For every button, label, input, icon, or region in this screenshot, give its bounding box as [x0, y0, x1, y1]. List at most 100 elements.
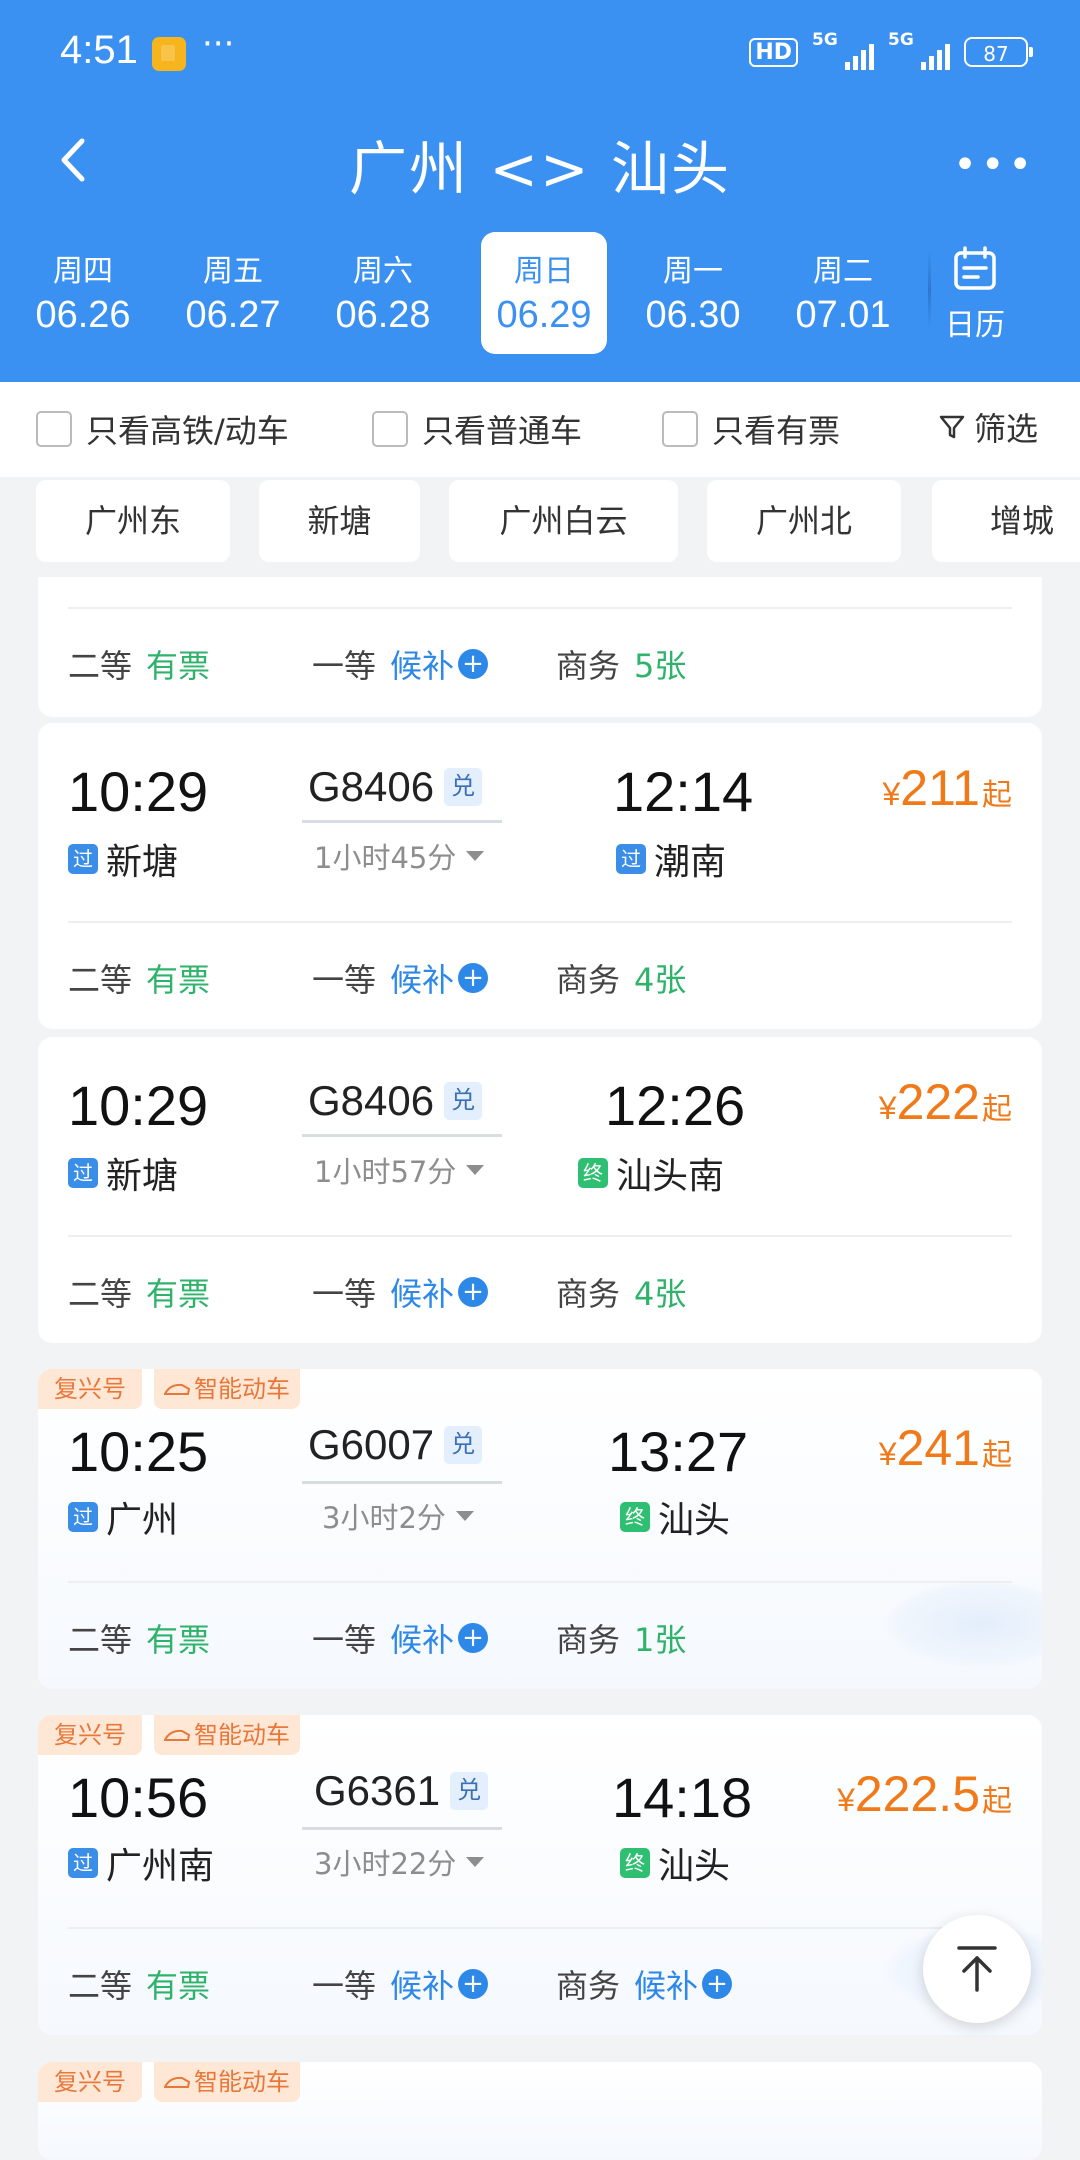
train-icon — [164, 2076, 190, 2088]
date-tab[interactable]: 周六 06.28 — [320, 232, 446, 354]
duration[interactable]: 1小时45分 — [314, 835, 486, 877]
seat-first-class: 一等 候补 + — [312, 955, 489, 1001]
caret-down-icon — [466, 1857, 485, 1867]
terminal-tag: 终 — [620, 1848, 650, 1878]
signal-icon: 5G — [888, 30, 950, 70]
route-line — [302, 1481, 502, 1484]
date-tab[interactable]: 周一 06.30 — [630, 232, 756, 354]
train-card-partial[interactable]: 复兴号 智能动车 — [38, 2062, 1042, 2160]
plus-circle-icon: + — [458, 1969, 489, 1999]
train-number: G8406 兑 — [308, 1077, 483, 1125]
calendar-button[interactable]: 日历 — [935, 246, 1015, 344]
station-chip[interactable]: 广州白云 — [449, 480, 678, 562]
arrival-time: 12:26 — [605, 1074, 746, 1137]
train-number: G6007 兑 — [308, 1421, 483, 1469]
arrival-station: 终 汕头 — [620, 1491, 730, 1543]
more-notifications-icon: ··· — [202, 24, 235, 64]
train-card[interactable]: 复兴号 智能动车 10:56 过 广州南 G6361 兑 3小时22分 14:1… — [38, 1715, 1042, 2035]
seat-first-class: 一等 候补 + — [312, 1615, 489, 1661]
seat-second-class: 二等 有票 — [68, 1275, 211, 1313]
exchange-badge: 兑 — [444, 1426, 483, 1464]
fuxing-badge: 复兴号 — [38, 2062, 142, 2102]
available-only-checkbox[interactable]: 只看有票 — [662, 406, 840, 452]
checkbox-icon — [372, 411, 408, 447]
terminal-tag: 终 — [620, 1502, 650, 1532]
train-card[interactable]: 复兴号 智能动车 10:25 过 广州 G6007 兑 3小时2分 13:27 … — [38, 1369, 1042, 1689]
caret-down-icon — [466, 851, 485, 861]
arrival-station: 过 潮南 — [616, 833, 726, 885]
departure-station: 过 新塘 — [68, 1147, 178, 1199]
date-tab[interactable]: 周二 07.01 — [780, 232, 906, 354]
smart-emu-badge: 智能动车 — [154, 1369, 300, 1409]
divider — [68, 1581, 1012, 1583]
checkbox-icon — [36, 411, 72, 447]
seat-business-class: 商务 4张 — [556, 961, 687, 999]
seat-business-class: 商务 5张 — [556, 647, 687, 685]
station-chip[interactable]: 新塘 — [259, 480, 420, 562]
normal-train-only-checkbox[interactable]: 只看普通车 — [372, 406, 582, 452]
arrow-up-icon — [957, 1946, 997, 1992]
route-line — [302, 820, 502, 823]
status-bar: 4:51 ··· HD 5G 5G 87 — [0, 0, 1080, 110]
duration[interactable]: 3小时2分 — [322, 1495, 476, 1537]
seat-first-class: 一等 候补 + — [312, 1961, 489, 2007]
calendar-divider — [928, 250, 931, 330]
date-tab[interactable]: 周四 06.26 — [20, 232, 146, 354]
filter-funnel-icon — [939, 415, 965, 439]
divider — [68, 607, 1012, 609]
seat-second-class: 二等 有票 — [68, 1621, 211, 1659]
pass-tag: 过 — [616, 844, 646, 874]
train-card[interactable]: 10:29 过 新塘 G8406 兑 1小时45分 12:14 过 潮南 ¥ 2… — [38, 723, 1042, 1029]
departure-time: 10:56 — [68, 1766, 209, 1829]
exchange-badge: 兑 — [450, 1772, 489, 1810]
train-card-partial[interactable]: 二等 有票 一等 候补 + 商务 5张 — [38, 577, 1042, 717]
station-filter-row: 广州东 新塘 广州白云 广州北 增城 — [0, 477, 1080, 577]
exchange-badge: 兑 — [444, 1082, 483, 1120]
checkbox-icon — [662, 411, 698, 447]
battery-icon: 87 — [964, 37, 1033, 67]
scroll-to-top-button[interactable] — [923, 1915, 1031, 2023]
plus-circle-icon: + — [458, 963, 489, 993]
train-card[interactable]: 10:29 过 新塘 G8406 兑 1小时57分 12:26 终 汕头南 ¥ … — [38, 1037, 1042, 1343]
calendar-icon — [954, 246, 996, 290]
high-speed-only-checkbox[interactable]: 只看高铁/动车 — [36, 406, 289, 452]
departure-time: 10:29 — [68, 760, 209, 823]
train-icon — [164, 1729, 190, 1741]
seat-second-class: 二等 有票 — [68, 647, 211, 685]
fuxing-badge: 复兴号 — [38, 1715, 142, 1755]
filter-button[interactable]: 筛选 — [938, 404, 1038, 450]
top-bar: 4:51 ··· HD 5G 5G 87 广州 <> 汕头 ••• 周四 06.… — [0, 0, 1080, 382]
price: ¥ 241 起 — [878, 1420, 1012, 1476]
plus-circle-icon: + — [458, 1277, 489, 1307]
pass-tag: 过 — [68, 1158, 98, 1188]
route-line — [302, 1134, 502, 1137]
duration[interactable]: 1小时57分 — [314, 1149, 486, 1191]
fuxing-badge: 复兴号 — [38, 1369, 142, 1409]
divider — [68, 921, 1012, 923]
signal-icon: 5G — [812, 30, 874, 70]
seat-first-class: 一等 候补 + — [312, 641, 489, 687]
arrival-time: 13:27 — [608, 1420, 749, 1483]
departure-time: 10:25 — [68, 1420, 209, 1483]
page-title: 广州 <> 汕头 — [348, 135, 732, 203]
station-chip[interactable]: 广州北 — [707, 480, 901, 562]
train-number: G8406 兑 — [308, 763, 483, 811]
plus-circle-icon: + — [458, 1623, 489, 1653]
arrival-station: 终 汕头南 — [578, 1147, 724, 1199]
date-tab-selected[interactable]: 周日 06.29 — [481, 232, 607, 354]
status-time: 4:51 — [60, 28, 138, 72]
arrival-time: 12:14 — [613, 760, 754, 823]
station-chip[interactable]: 增城 — [932, 480, 1080, 562]
date-tab[interactable]: 周五 06.27 — [170, 232, 296, 354]
seat-second-class: 二等 有票 — [68, 961, 211, 999]
status-right: HD 5G 5G 87 — [749, 30, 1033, 70]
notification-app-icon — [152, 37, 186, 71]
departure-station: 过 广州南 — [68, 1837, 214, 1889]
duration[interactable]: 3小时22分 — [314, 1841, 486, 1883]
terminal-tag: 终 — [578, 1158, 608, 1188]
station-chip[interactable]: 广州东 — [36, 480, 230, 562]
train-number: G6361 兑 — [314, 1767, 489, 1815]
train-badges: 复兴号 智能动车 — [38, 1715, 300, 1755]
more-menu-icon[interactable]: ••• — [953, 142, 1036, 188]
departure-time: 10:29 — [68, 1074, 209, 1137]
